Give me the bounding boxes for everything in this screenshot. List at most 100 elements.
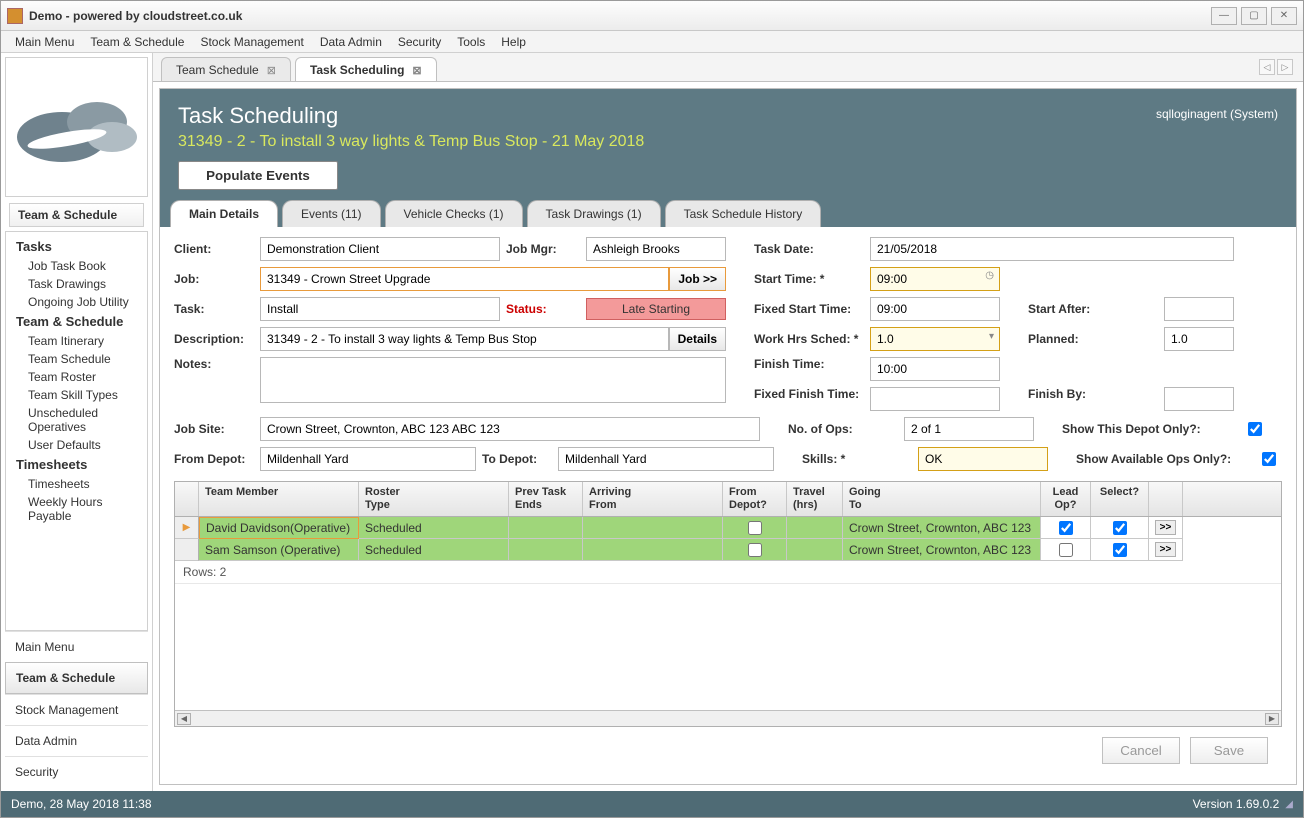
th-goto (1149, 482, 1183, 516)
finish-field[interactable] (870, 357, 1000, 381)
task-field[interactable] (260, 297, 500, 321)
th-travel[interactable]: Travel (hrs) (787, 482, 843, 516)
cancel-button[interactable]: Cancel (1102, 737, 1180, 764)
taskdate-field[interactable] (870, 237, 1234, 261)
menu-stock[interactable]: Stock Management (192, 32, 311, 52)
nav-team-schedule[interactable]: Team Schedule (6, 350, 147, 368)
menu-security[interactable]: Security (390, 32, 449, 52)
th-team-member[interactable]: Team Member (199, 482, 359, 516)
cell-lead[interactable] (1041, 517, 1091, 539)
th-going-to[interactable]: Going To (843, 482, 1041, 516)
showavail-checkbox[interactable] (1262, 452, 1276, 466)
jobsite-field[interactable] (260, 417, 760, 441)
todepot-field[interactable] (558, 447, 774, 471)
maximize-button[interactable]: ▢ (1241, 7, 1267, 25)
sb-main-menu[interactable]: Main Menu (5, 631, 148, 662)
cell-team-member[interactable]: Sam Samson (Operative) (199, 539, 359, 561)
nav-group-team[interactable]: Team & Schedule (6, 311, 147, 332)
todepot-label: To Depot: (482, 452, 552, 466)
resize-grip-icon[interactable]: ◢ (1285, 799, 1293, 810)
inner-tab-vehicle-checks[interactable]: Vehicle Checks (1) (385, 200, 523, 227)
inner-tab-main-details[interactable]: Main Details (170, 200, 278, 227)
finishby-field[interactable] (1164, 387, 1234, 411)
save-button[interactable]: Save (1190, 737, 1268, 764)
workhrs-field[interactable] (870, 327, 1000, 351)
fromdepot-field[interactable] (260, 447, 476, 471)
nav-group-tasks[interactable]: Tasks (6, 236, 147, 257)
cell-select[interactable] (1091, 517, 1149, 539)
notes-field[interactable] (260, 357, 726, 403)
statusbar-left: Demo, 28 May 2018 11:38 (11, 797, 152, 811)
nav-job-task-book[interactable]: Job Task Book (6, 257, 147, 275)
fixedfinish-field[interactable] (870, 387, 1000, 411)
menu-main[interactable]: Main Menu (7, 32, 82, 52)
skills-field[interactable] (918, 447, 1048, 471)
nav-group-timesheets[interactable]: Timesheets (6, 454, 147, 475)
jobmgr-field[interactable] (586, 237, 726, 261)
table-row[interactable]: ▶ David Davidson(Operative) Scheduled Cr… (175, 517, 1281, 539)
sb-security[interactable]: Security (5, 756, 148, 787)
populate-events-button[interactable]: Populate Events (178, 161, 338, 190)
status-value: Late Starting (586, 298, 726, 320)
tab-close-icon[interactable]: ⊠ (267, 64, 276, 77)
scroll-left-icon[interactable]: ◀ (177, 713, 191, 725)
job-goto-button[interactable]: Job >> (669, 267, 726, 291)
cell-goto[interactable]: >> (1149, 517, 1183, 539)
planned-field[interactable] (1164, 327, 1234, 351)
row-indicator-icon: ▶ (175, 517, 199, 539)
cell-from-depot[interactable] (723, 517, 787, 539)
cell-goto[interactable]: >> (1149, 539, 1183, 561)
sb-team-schedule[interactable]: Team & Schedule (5, 662, 148, 694)
cell-from-depot[interactable] (723, 539, 787, 561)
tab-next-icon[interactable]: ▷ (1277, 59, 1293, 75)
sb-data-admin[interactable]: Data Admin (5, 725, 148, 756)
cell-going-to: Crown Street, Crownton, ABC 123 (843, 517, 1041, 539)
client-field[interactable] (260, 237, 500, 261)
starttime-field[interactable] (870, 267, 1000, 291)
nav-ongoing-job-utility[interactable]: Ongoing Job Utility (6, 293, 147, 311)
nav-task-drawings[interactable]: Task Drawings (6, 275, 147, 293)
fixedstart-field[interactable] (870, 297, 1000, 321)
menu-help[interactable]: Help (493, 32, 534, 52)
cell-team-member[interactable]: David Davidson(Operative) (199, 517, 359, 539)
th-roster-type[interactable]: Roster Type (359, 482, 509, 516)
nav-timesheets[interactable]: Timesheets (6, 475, 147, 493)
tab-team-schedule[interactable]: Team Schedule ⊠ (161, 57, 291, 81)
close-button[interactable]: ✕ (1271, 7, 1297, 25)
scroll-right-icon[interactable]: ▶ (1265, 713, 1279, 725)
nav-team-itinerary[interactable]: Team Itinerary (6, 332, 147, 350)
inner-tab-events[interactable]: Events (11) (282, 200, 380, 227)
details-button[interactable]: Details (669, 327, 726, 351)
cell-select[interactable] (1091, 539, 1149, 561)
sb-stock[interactable]: Stock Management (5, 694, 148, 725)
th-lead-op[interactable]: Lead Op? (1041, 482, 1091, 516)
tab-task-scheduling[interactable]: Task Scheduling ⊠ (295, 57, 437, 81)
startafter-field[interactable] (1164, 297, 1234, 321)
minimize-button[interactable]: — (1211, 7, 1237, 25)
table-row[interactable]: Sam Samson (Operative) Scheduled Crown S… (175, 539, 1281, 561)
fixedstart-label: Fixed Start Time: (754, 302, 864, 316)
table-scrollbar[interactable]: ◀ ▶ (175, 710, 1281, 726)
showdepot-checkbox[interactable] (1248, 422, 1262, 436)
tab-close-icon[interactable]: ⊠ (412, 64, 421, 77)
menu-team-schedule[interactable]: Team & Schedule (82, 32, 192, 52)
noops-field[interactable] (904, 417, 1034, 441)
fromdepot-label: From Depot: (174, 452, 254, 466)
th-prev-task[interactable]: Prev Task Ends (509, 482, 583, 516)
cell-lead[interactable] (1041, 539, 1091, 561)
inner-tab-task-drawings[interactable]: Task Drawings (1) (527, 200, 661, 227)
th-select[interactable]: Select? (1091, 482, 1149, 516)
nav-unscheduled-operatives[interactable]: Unscheduled Operatives (6, 404, 147, 436)
th-from-depot[interactable]: From Depot? (723, 482, 787, 516)
th-arriving-from[interactable]: Arriving From (583, 482, 723, 516)
nav-team-roster[interactable]: Team Roster (6, 368, 147, 386)
nav-team-skill-types[interactable]: Team Skill Types (6, 386, 147, 404)
tab-prev-icon[interactable]: ◁ (1259, 59, 1275, 75)
job-field[interactable] (260, 267, 669, 291)
inner-tab-history[interactable]: Task Schedule History (665, 200, 822, 227)
menu-tools[interactable]: Tools (449, 32, 493, 52)
nav-user-defaults[interactable]: User Defaults (6, 436, 147, 454)
nav-weekly-hours[interactable]: Weekly Hours Payable (6, 493, 147, 525)
desc-field[interactable] (260, 327, 669, 351)
menu-data-admin[interactable]: Data Admin (312, 32, 390, 52)
